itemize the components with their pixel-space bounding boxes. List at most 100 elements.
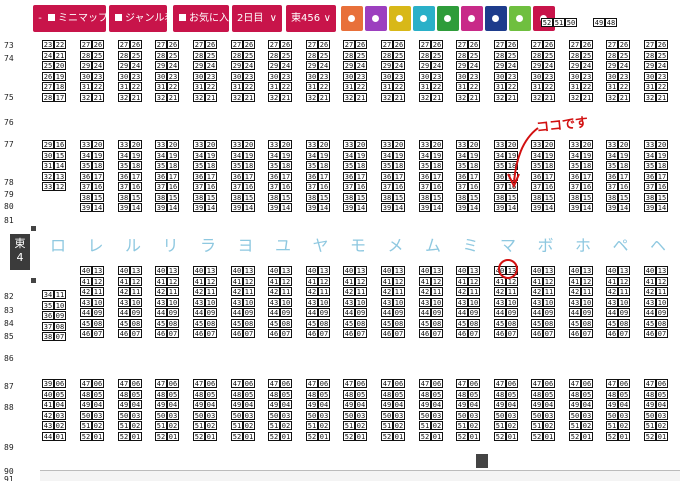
circle-space[interactable]: 34 [456,151,468,160]
circle-space[interactable]: 42 [456,287,468,296]
circle-space[interactable]: 49 [193,400,205,409]
circle-space[interactable]: 12 [618,277,630,286]
circle-space[interactable]: 33 [155,140,167,149]
circle-space[interactable]: 24 [243,61,255,70]
circle-space[interactable]: 42 [80,287,92,296]
circle-space[interactable]: 29 [531,61,543,70]
circle-space[interactable]: 28 [306,51,318,60]
circle-space[interactable]: 37 [419,182,431,191]
circle-space[interactable]: 18 [618,161,630,170]
circle-space[interactable]: 32 [268,93,280,102]
circle-space[interactable]: 06 [581,379,593,388]
circle-space[interactable]: 49 [231,400,243,409]
circle-space[interactable]: 29 [118,61,130,70]
circle-space[interactable]: 48 [456,390,468,399]
circle-space[interactable]: 23 [280,72,292,81]
circle-space[interactable]: 01 [393,432,405,441]
circle-space[interactable]: 15 [205,193,217,202]
circle-space[interactable]: 41 [531,277,543,286]
circle-space[interactable]: 20 [393,140,405,149]
circle-space[interactable]: 37 [155,182,167,191]
circle-space[interactable]: 14 [618,203,630,212]
circle-space[interactable]: 32 [343,93,355,102]
circle-space[interactable]: 25 [167,51,179,60]
circle-space[interactable]: 14 [355,203,367,212]
circle-space[interactable]: 23 [205,72,217,81]
circle-space[interactable]: 41 [118,277,130,286]
circle-space[interactable]: 19 [243,151,255,160]
circle-space[interactable]: 51 [531,421,543,430]
circle-space[interactable]: 35 [80,161,92,170]
circle-space[interactable]: 06 [618,379,630,388]
circle-space[interactable]: 02 [431,421,443,430]
circle-space[interactable]: 12 [167,277,179,286]
circle-space[interactable]: 37 [569,182,581,191]
circle-space[interactable]: 03 [280,411,292,420]
circle-space[interactable]: 04 [581,400,593,409]
circle-space[interactable]: 30 [419,72,431,81]
circle-space[interactable]: 08 [280,319,292,328]
circle-space[interactable]: 29 [268,61,280,70]
circle-space[interactable]: 01 [656,432,668,441]
circle-space[interactable]: 30 [306,72,318,81]
circle-space[interactable]: 20 [581,140,593,149]
circle-space[interactable]: 52 [569,432,581,441]
circle-space[interactable]: 37 [456,182,468,191]
circle-space[interactable]: 21 [656,93,668,102]
circle-space[interactable]: 08 [581,319,593,328]
circle-space[interactable]: 26 [468,40,480,49]
circle-space[interactable]: 13 [506,266,518,275]
circle-space[interactable]: 22 [318,82,330,91]
circle-space[interactable]: 24 [42,51,54,60]
circle-space[interactable]: 15 [130,193,142,202]
circle-space[interactable]: 28 [494,51,506,60]
circle-space[interactable]: 17 [318,172,330,181]
circle-space[interactable]: 38 [419,193,431,202]
circle-space[interactable]: 20 [506,140,518,149]
circle-space[interactable]: 15 [656,193,668,202]
circle-space[interactable]: 33 [306,140,318,149]
circle-space[interactable]: 09 [167,308,179,317]
circle-space[interactable]: 46 [531,329,543,338]
circle-space[interactable]: 44 [155,308,167,317]
circle-space[interactable]: 34 [381,151,393,160]
circle-space[interactable]: 16 [431,182,443,191]
circle-space[interactable]: 49 [644,400,656,409]
circle-space[interactable]: 19 [355,151,367,160]
circle-space[interactable]: 45 [231,319,243,328]
circle-space[interactable]: 04 [393,400,405,409]
circle-space[interactable]: 38 [569,193,581,202]
circle-space[interactable]: 16 [318,182,330,191]
color-swatch[interactable] [461,6,483,31]
circle-space[interactable]: 03 [506,411,518,420]
circle-space[interactable]: 12 [468,277,480,286]
circle-space[interactable]: 31 [118,82,130,91]
circle-space[interactable]: 48 [80,390,92,399]
circle-space[interactable]: 19 [393,151,405,160]
circle-space[interactable]: 51 [494,421,506,430]
circle-space[interactable]: 06 [431,379,443,388]
circle-space[interactable]: 08 [243,319,255,328]
circle-space[interactable]: 10 [431,298,443,307]
circle-space[interactable]: 35 [494,161,506,170]
circle-space[interactable]: 22 [506,82,518,91]
circle-space[interactable]: 07 [355,329,367,338]
circle-space[interactable]: 26 [92,40,104,49]
circle-space[interactable]: 16 [393,182,405,191]
circle-space[interactable]: 36 [419,172,431,181]
circle-space[interactable]: 02 [543,421,555,430]
circle-space[interactable]: 25 [92,51,104,60]
circle-space[interactable]: 18 [393,161,405,170]
circle-space[interactable]: 11 [54,290,66,299]
circle-space[interactable]: 26 [618,40,630,49]
circle-space[interactable]: 51 [606,421,618,430]
circle-space[interactable]: 29 [231,61,243,70]
circle-space[interactable]: 02 [167,421,179,430]
circle-space[interactable]: 09 [355,308,367,317]
circle-space[interactable]: 31 [456,82,468,91]
circle-space[interactable]: 28 [381,51,393,60]
circle-space[interactable]: 20 [54,61,66,70]
circle-space[interactable]: 07 [506,329,518,338]
circle-space[interactable]: 39 [231,203,243,212]
circle-space[interactable]: 29 [494,61,506,70]
